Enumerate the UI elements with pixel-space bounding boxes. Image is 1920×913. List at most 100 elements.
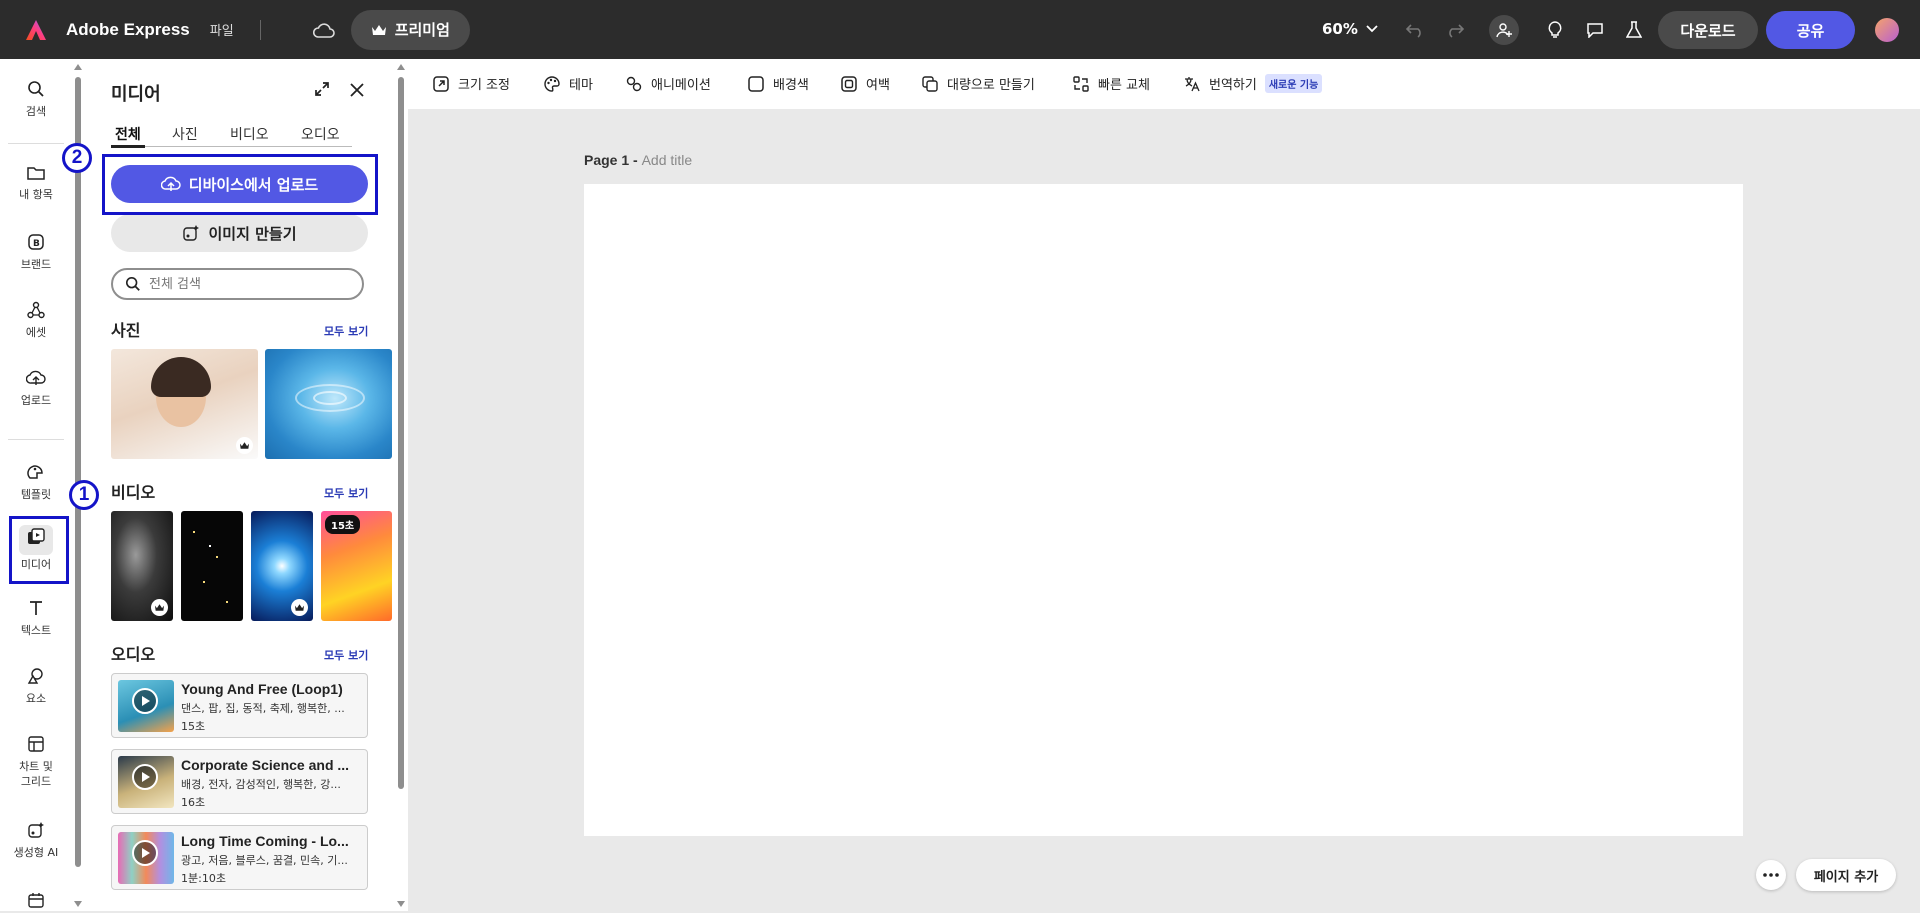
avatar[interactable]: [1875, 18, 1899, 42]
share-button[interactable]: 공유: [1766, 11, 1855, 49]
rail-label: 업로드: [20, 394, 52, 407]
rail-item-text[interactable]: 텍스트: [0, 599, 72, 638]
tab-audio[interactable]: 오디오: [301, 124, 340, 144]
scroll-down-icon[interactable]: [397, 901, 405, 907]
audio-item[interactable]: Corporate Science and ... 배경, 전자, 감성적인, …: [111, 749, 368, 814]
resize-label: 크기 조정: [458, 78, 510, 93]
video-thumbnail[interactable]: [251, 511, 313, 621]
translate-icon: [1185, 76, 1200, 91]
audio-item[interactable]: Long Time Coming - Lo... 광고, 저음, 블루스, 꿈결…: [111, 825, 368, 890]
panel-scrollbar[interactable]: [394, 59, 408, 911]
more-options-button[interactable]: [1756, 860, 1786, 890]
rail-label: 텍스트: [20, 624, 52, 637]
scroll-up-icon[interactable]: [74, 64, 82, 70]
rail-item-brand[interactable]: B 브랜드: [0, 233, 72, 272]
generative-ai-icon: [28, 822, 44, 838]
photo-thumbnail[interactable]: [265, 349, 392, 459]
play-icon[interactable]: [132, 688, 158, 714]
rail-item-search[interactable]: 검색: [0, 80, 72, 119]
adobe-express-logo-icon[interactable]: [24, 18, 48, 42]
theme-button[interactable]: 테마: [543, 74, 593, 93]
folder-icon: [27, 167, 45, 180]
videos-see-all-link[interactable]: 모두 보기: [324, 485, 368, 501]
template-icon: [27, 465, 43, 479]
generate-image-button[interactable]: 이미지 만들기: [111, 214, 368, 252]
translate-label: 번역하기: [1209, 78, 1257, 93]
active-tab-indicator: [111, 145, 145, 148]
premium-crown-icon: [236, 437, 253, 454]
audio-see-all-link[interactable]: 모두 보기: [324, 647, 368, 663]
background-label: 배경색: [773, 78, 809, 93]
video-thumbnail[interactable]: [111, 511, 173, 621]
background-color-icon: [748, 75, 764, 92]
search-input[interactable]: [149, 276, 349, 292]
tab-photos[interactable]: 사진: [172, 124, 198, 144]
comment-icon[interactable]: [1581, 16, 1609, 44]
audio-item[interactable]: Young And Free (Loop1) 댄스, 팝, 집, 동적, 축제,…: [111, 673, 368, 738]
search-icon: [28, 81, 44, 97]
resize-button[interactable]: 크기 조정: [432, 74, 510, 93]
rail-item-elements[interactable]: 요소: [0, 667, 72, 706]
generate-label: 이미지 만들기: [208, 224, 297, 243]
download-button[interactable]: 다운로드: [1658, 11, 1758, 49]
page-label: Page 1 - Add title: [584, 152, 692, 168]
play-icon[interactable]: [132, 840, 158, 866]
step-badge-1: 1: [69, 480, 99, 510]
premium-crown-icon: [291, 599, 308, 616]
add-page-button[interactable]: 페이지 추가: [1796, 859, 1896, 891]
page-title-input[interactable]: Add title: [642, 152, 693, 168]
video-thumbnail[interactable]: 15초: [321, 511, 392, 621]
media-highlight-box: [9, 516, 69, 584]
quick-replace-button[interactable]: 빠른 교체: [1072, 74, 1150, 93]
audio-title: Corporate Science and ...: [181, 757, 350, 773]
expand-icon[interactable]: [314, 81, 330, 101]
rail-item-charts-grids[interactable]: 차트 및 그리드: [0, 735, 72, 789]
premium-crown-icon: [151, 599, 168, 616]
scroll-thumb[interactable]: [398, 77, 404, 789]
rail-item-my-stuff[interactable]: 내 항목: [0, 165, 72, 202]
tab-all[interactable]: 전체: [115, 124, 141, 144]
app-name: Adobe Express: [66, 19, 190, 39]
margin-button[interactable]: 여백: [840, 74, 890, 93]
audio-section-title: 오디오: [111, 645, 156, 664]
background-color-button[interactable]: 배경색: [747, 74, 809, 93]
assets-icon: [27, 301, 45, 319]
play-icon[interactable]: [132, 764, 158, 790]
animation-icon: [626, 76, 642, 91]
scroll-down-icon[interactable]: [74, 901, 82, 907]
flask-icon[interactable]: [1620, 16, 1648, 44]
rail-label: 차트 및: [19, 760, 53, 773]
animation-button[interactable]: 애니메이션: [625, 74, 711, 93]
calendar-icon[interactable]: [27, 891, 45, 913]
redo-icon[interactable]: [1441, 16, 1469, 44]
photos-see-all-link[interactable]: 모두 보기: [324, 323, 368, 339]
bulk-create-label: 대량으로 만들기: [947, 78, 1035, 93]
undo-icon[interactable]: [1401, 16, 1429, 44]
invite-user-icon[interactable]: [1489, 15, 1519, 45]
zoom-control[interactable]: 60%: [1322, 20, 1378, 38]
cloud-save-icon[interactable]: [311, 17, 337, 43]
scroll-up-icon[interactable]: [397, 64, 405, 70]
quick-replace-icon: [1073, 75, 1089, 92]
divider: [259, 19, 261, 40]
media-search[interactable]: [111, 268, 364, 300]
photo-thumbnail[interactable]: [111, 349, 258, 459]
design-page[interactable]: [584, 184, 1743, 836]
lightbulb-icon[interactable]: [1541, 16, 1569, 44]
crown-icon: [371, 24, 386, 35]
resize-icon: [433, 75, 449, 92]
translate-button[interactable]: 번역하기 새로운 기능: [1183, 74, 1323, 93]
premium-button[interactable]: 프리미엄: [350, 9, 470, 50]
sparkle: [203, 581, 205, 583]
tab-videos[interactable]: 비디오: [230, 124, 269, 144]
rail-item-assets[interactable]: 에셋: [0, 301, 72, 340]
close-icon[interactable]: [350, 82, 364, 101]
rail-item-generative-ai[interactable]: 생성형 AI: [0, 821, 72, 860]
file-menu[interactable]: 파일: [210, 20, 234, 39]
rail-item-upload[interactable]: 업로드: [0, 369, 72, 408]
cloud-upload-icon: [26, 370, 46, 385]
scroll-thumb[interactable]: [75, 77, 81, 867]
video-thumbnail[interactable]: [181, 511, 243, 621]
bulk-create-button[interactable]: 대량으로 만들기: [921, 74, 1035, 93]
rail-item-templates[interactable]: 템플릿: [0, 463, 72, 502]
